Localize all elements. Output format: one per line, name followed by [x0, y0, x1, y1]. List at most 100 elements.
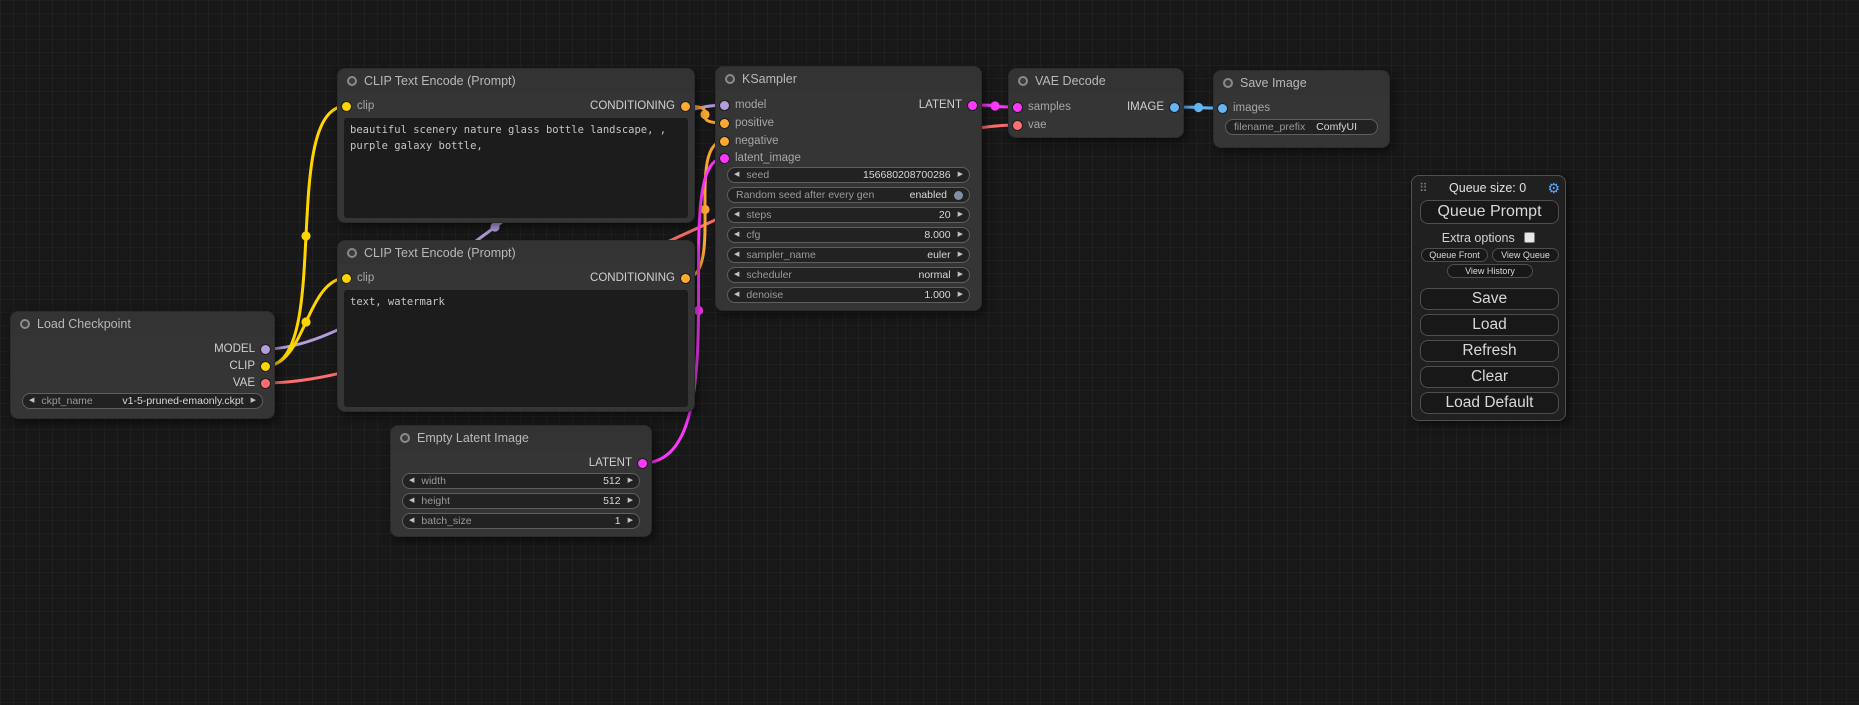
node-title-bar[interactable]: Load Checkpoint	[11, 312, 274, 336]
decrement-arrow-icon[interactable]: ◀	[409, 513, 414, 529]
node-status-dot	[20, 319, 30, 329]
toggle-on-dot[interactable]	[954, 191, 963, 200]
output-port-conditioning[interactable]	[681, 274, 690, 283]
node-save-image[interactable]: Save Image images filename_prefix ComfyU…	[1213, 70, 1390, 148]
extra-options-label: Extra options	[1442, 231, 1515, 245]
steps-widget[interactable]: ◀ steps 20 ▶	[727, 207, 970, 223]
node-graph-canvas[interactable]: Load Checkpoint MODEL CLIP VAE ◀ ckpt_na…	[0, 0, 1859, 705]
node-title-bar[interactable]: CLIP Text Encode (Prompt)	[338, 241, 694, 265]
load-default-button[interactable]: Load Default	[1420, 392, 1559, 414]
decrement-arrow-icon[interactable]: ◀	[734, 287, 739, 303]
queue-prompt-button[interactable]: Queue Prompt	[1420, 200, 1559, 224]
input-port-images[interactable]	[1218, 104, 1227, 113]
widget-label: scheduler	[746, 269, 792, 281]
input-port-clip[interactable]	[342, 102, 351, 111]
widget-label: cfg	[746, 229, 760, 241]
decrement-arrow-icon[interactable]: ◀	[734, 267, 739, 283]
load-button[interactable]: Load	[1420, 314, 1559, 336]
increment-arrow-icon[interactable]: ▶	[251, 393, 256, 409]
output-row-conditioning: CONDITIONING	[590, 270, 690, 286]
random-seed-toggle-widget[interactable]: Random seed after every gen enabled	[727, 187, 970, 203]
output-port-model[interactable]	[261, 345, 270, 354]
output-port-image[interactable]	[1170, 103, 1179, 112]
settings-gear-icon[interactable]: ⚙	[1547, 181, 1560, 195]
output-port-latent[interactable]	[968, 101, 977, 110]
increment-arrow-icon[interactable]: ▶	[958, 267, 963, 283]
input-port-samples[interactable]	[1013, 103, 1022, 112]
node-load-checkpoint[interactable]: Load Checkpoint MODEL CLIP VAE ◀ ckpt_na…	[10, 311, 275, 419]
output-port-vae[interactable]	[261, 379, 270, 388]
extra-options-checkbox[interactable]	[1524, 232, 1535, 243]
increment-arrow-icon[interactable]: ▶	[958, 287, 963, 303]
scheduler-widget[interactable]: ◀ scheduler normal ▶	[727, 267, 970, 283]
node-title-bar[interactable]: Save Image	[1214, 71, 1389, 95]
queue-front-button[interactable]: Queue Front	[1421, 248, 1488, 262]
output-port-conditioning[interactable]	[681, 102, 690, 111]
increment-arrow-icon[interactable]: ▶	[958, 207, 963, 223]
node-status-dot	[347, 76, 357, 86]
filename-prefix-widget[interactable]: filename_prefix ComfyUI	[1225, 119, 1378, 135]
widget-value: enabled	[910, 189, 947, 201]
node-clip-text-encode-negative[interactable]: CLIP Text Encode (Prompt) clip CONDITION…	[337, 240, 695, 412]
widget-value: ComfyUI	[1316, 121, 1357, 133]
input-port-positive[interactable]	[720, 119, 729, 128]
increment-arrow-icon[interactable]: ▶	[628, 493, 633, 509]
increment-arrow-icon[interactable]: ▶	[958, 247, 963, 263]
increment-arrow-icon[interactable]: ▶	[628, 513, 633, 529]
input-port-model[interactable]	[720, 101, 729, 110]
prompt-textarea[interactable]: beautiful scenery nature glass bottle la…	[344, 118, 688, 218]
node-empty-latent-image[interactable]: Empty Latent Image LATENT ◀ width 512 ▶ …	[390, 425, 652, 537]
node-status-dot	[400, 433, 410, 443]
save-button[interactable]: Save	[1420, 288, 1559, 310]
input-label-latent-image: latent_image	[735, 152, 801, 164]
decrement-arrow-icon[interactable]: ◀	[409, 473, 414, 489]
drag-handle-icon[interactable]: ⠿	[1419, 181, 1428, 195]
input-port-latent-image[interactable]	[720, 154, 729, 163]
height-widget[interactable]: ◀ height 512 ▶	[402, 493, 640, 509]
output-label-model: MODEL	[214, 343, 255, 355]
input-port-clip[interactable]	[342, 274, 351, 283]
node-title-bar[interactable]: Empty Latent Image	[391, 426, 651, 450]
node-title-bar[interactable]: KSampler	[716, 67, 981, 91]
widget-value: normal	[919, 269, 951, 281]
output-label-clip: CLIP	[229, 360, 255, 372]
input-row-clip: clip	[342, 98, 374, 114]
width-widget[interactable]: ◀ width 512 ▶	[402, 473, 640, 489]
widget-value: v1-5-pruned-emaonly.ckpt	[122, 395, 243, 407]
output-port-latent[interactable]	[638, 459, 647, 468]
cfg-widget[interactable]: ◀ cfg 8.000 ▶	[727, 227, 970, 243]
input-label-vae: vae	[1028, 119, 1047, 131]
node-clip-text-encode-positive[interactable]: CLIP Text Encode (Prompt) clip CONDITION…	[337, 68, 695, 223]
denoise-widget[interactable]: ◀ denoise 1.000 ▶	[727, 287, 970, 303]
output-label-conditioning: CONDITIONING	[590, 272, 675, 284]
node-vae-decode[interactable]: VAE Decode samples vae IMAGE	[1008, 68, 1184, 138]
batch-size-widget[interactable]: ◀ batch_size 1 ▶	[402, 513, 640, 529]
view-history-button[interactable]: View History	[1447, 264, 1533, 278]
input-row-images: images	[1218, 100, 1270, 116]
widget-label: width	[421, 475, 446, 487]
decrement-arrow-icon[interactable]: ◀	[734, 227, 739, 243]
output-port-clip[interactable]	[261, 362, 270, 371]
input-port-vae[interactable]	[1013, 121, 1022, 130]
increment-arrow-icon[interactable]: ▶	[628, 473, 633, 489]
increment-arrow-icon[interactable]: ▶	[958, 227, 963, 243]
increment-arrow-icon[interactable]: ▶	[958, 167, 963, 183]
seed-widget[interactable]: ◀ seed 156680208700286 ▶	[727, 167, 970, 183]
sampler-name-widget[interactable]: ◀ sampler_name euler ▶	[727, 247, 970, 263]
input-port-negative[interactable]	[720, 137, 729, 146]
ckpt-name-widget[interactable]: ◀ ckpt_name v1-5-pruned-emaonly.ckpt ▶	[22, 393, 263, 409]
decrement-arrow-icon[interactable]: ◀	[409, 493, 414, 509]
decrement-arrow-icon[interactable]: ◀	[734, 207, 739, 223]
input-row-samples: samples	[1013, 99, 1071, 115]
decrement-arrow-icon[interactable]: ◀	[734, 247, 739, 263]
decrement-arrow-icon[interactable]: ◀	[29, 393, 34, 409]
prompt-textarea[interactable]: text, watermark	[344, 290, 688, 407]
menu-header: ⠿ Queue size: 0 ⚙	[1419, 179, 1560, 196]
clear-button[interactable]: Clear	[1420, 366, 1559, 388]
decrement-arrow-icon[interactable]: ◀	[734, 167, 739, 183]
node-title-bar[interactable]: VAE Decode	[1009, 69, 1183, 93]
node-ksampler[interactable]: KSampler model positive negative latent_…	[715, 66, 982, 311]
refresh-button[interactable]: Refresh	[1420, 340, 1559, 362]
node-title-bar[interactable]: CLIP Text Encode (Prompt)	[338, 69, 694, 93]
view-queue-button[interactable]: View Queue	[1492, 248, 1559, 262]
